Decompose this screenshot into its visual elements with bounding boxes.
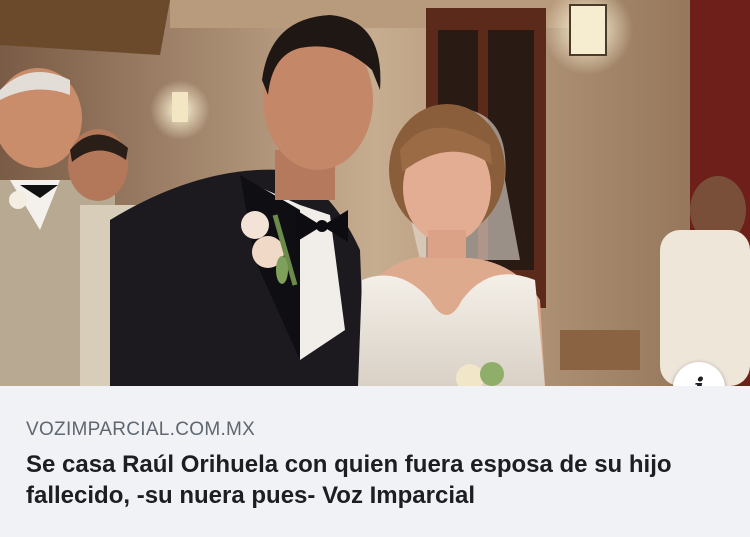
link-domain: VOZIMPARCIAL.COM.MX [26, 419, 256, 440]
link-headline[interactable]: Se casa Raúl Orihuela con quien fuera es… [26, 449, 726, 511]
article-photo[interactable]: i [0, 0, 750, 386]
link-preview-meta[interactable]: VOZIMPARCIAL.COM.MX Se casa Raúl Orihuel… [26, 418, 726, 511]
link-preview-card[interactable]: i VOZIMPARCIAL.COM.MX Se casa Raúl Orihu… [0, 0, 750, 537]
